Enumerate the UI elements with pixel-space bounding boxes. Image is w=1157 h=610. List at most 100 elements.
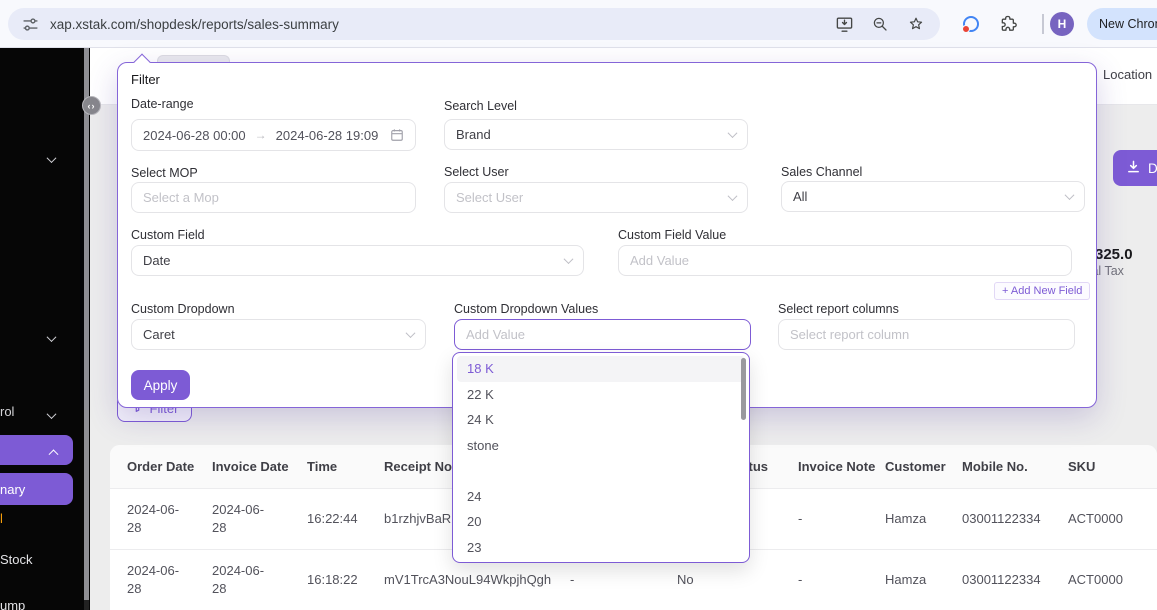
search-level-value: Brand xyxy=(456,127,491,142)
cell-order-date: 2024-06-28 xyxy=(127,489,189,549)
dropdown-option[interactable]: 18 K xyxy=(457,356,745,382)
column-header: Mobile No. xyxy=(962,445,1062,488)
cell-mobile-no: 03001122334 xyxy=(962,550,1062,610)
chevron-down-icon xyxy=(1065,190,1075,200)
date-range-field[interactable]: 2024-06-28 00:00 → 2024-06-28 19:09 xyxy=(131,119,416,151)
cell-invoice-note: - xyxy=(798,550,883,610)
dropdown-option[interactable]: 24 xyxy=(457,484,745,510)
cell-sku: ACT0000 xyxy=(1068,550,1148,610)
toolbar-separator xyxy=(1042,14,1044,34)
address-bar[interactable]: xap.xstak.com/shopdesk/reports/sales-sum… xyxy=(8,8,940,40)
sidebar-item-stock[interactable]: Stock xyxy=(0,552,33,567)
sidebar-scrollbar[interactable] xyxy=(84,48,89,610)
url-text[interactable]: xap.xstak.com/shopdesk/reports/sales-sum… xyxy=(50,17,834,32)
custom-dropdown-values-label: Custom Dropdown Values xyxy=(454,302,598,316)
sidebar-item-control[interactable]: rol xyxy=(0,404,14,419)
cell-invoice-date: 2024-06-28 xyxy=(212,489,274,549)
dropdown-option[interactable]: 22 K xyxy=(457,382,745,408)
sidebar-item-label: nary xyxy=(0,482,25,497)
cell-customer: Hamza xyxy=(885,489,965,549)
zoom-out-icon[interactable] xyxy=(870,14,890,34)
send-to-device-icon[interactable] xyxy=(834,14,854,34)
search-level-label: Search Level xyxy=(444,99,517,113)
custom-dropdown-value: Caret xyxy=(143,327,175,342)
arrow-right-icon: → xyxy=(255,128,267,142)
sidebar-item-dump[interactable]: ump xyxy=(0,598,25,610)
column-header: Invoice Note xyxy=(798,445,888,488)
colored-ring-extension-icon[interactable] xyxy=(963,16,979,32)
custom-field-select[interactable]: Date xyxy=(131,245,584,276)
cell-order-date: 2024-06-28 xyxy=(127,550,189,610)
chevron-down-icon xyxy=(48,406,55,424)
cell-customer: Hamza xyxy=(885,550,965,610)
chevron-up-icon xyxy=(50,443,57,458)
custom-field-value-text: Date xyxy=(143,253,170,268)
custom-dropdown-select[interactable]: Caret xyxy=(131,319,426,350)
download-label: Do xyxy=(1148,161,1157,176)
profile-avatar[interactable]: H xyxy=(1050,12,1074,36)
sales-channel-label: Sales Channel xyxy=(781,165,862,179)
chevron-down-icon xyxy=(728,191,738,201)
modal-title: Filter xyxy=(131,72,160,87)
download-icon xyxy=(1126,159,1141,177)
sidebar-item-orange[interactable]: l xyxy=(0,511,3,526)
cell-sku: ACT0000 xyxy=(1068,489,1148,549)
sidebar-nav: rol nary l Stock ump xyxy=(0,48,90,610)
sidebar-collapse-toggle[interactable]: ‹› xyxy=(82,96,101,115)
extensions-puzzle-icon[interactable] xyxy=(999,14,1019,34)
calendar-icon xyxy=(390,128,404,142)
add-new-field-button[interactable]: + Add New Field xyxy=(994,282,1090,300)
chevron-down-icon xyxy=(48,150,55,168)
sales-channel-select[interactable]: All xyxy=(781,181,1085,212)
cell-time: 16:18:22 xyxy=(307,550,377,610)
chevron-down-icon xyxy=(406,328,416,338)
select-mop-input[interactable] xyxy=(131,182,416,213)
stat-total-tax-value: 325.0 xyxy=(1095,246,1133,263)
column-header: Customer xyxy=(885,445,965,488)
date-end: 2024-06-28 19:09 xyxy=(276,128,379,143)
location-dropdown[interactable]: Location xyxy=(1103,67,1157,82)
select-user-placeholder: Select User xyxy=(456,190,523,205)
custom-field-value-label: Custom Field Value xyxy=(618,228,726,242)
download-button[interactable]: Do xyxy=(1113,150,1157,186)
column-header: Time xyxy=(307,445,377,488)
custom-field-label: Custom Field xyxy=(131,228,205,242)
chevron-down-icon xyxy=(564,254,574,264)
site-info-tune-icon[interactable] xyxy=(20,14,40,34)
custom-dropdown-label: Custom Dropdown xyxy=(131,302,235,316)
dropdown-option[interactable]: stone xyxy=(457,433,745,459)
cell-mobile-no: 03001122334 xyxy=(962,489,1062,549)
chevron-down-icon xyxy=(48,329,55,347)
search-level-select[interactable]: Brand xyxy=(444,119,748,150)
bookmark-star-icon[interactable] xyxy=(906,14,926,34)
apply-button[interactable]: Apply xyxy=(131,370,190,400)
date-start: 2024-06-28 00:00 xyxy=(143,128,246,143)
sidebar-item-reports-expanded[interactable] xyxy=(0,435,73,465)
dropdown-option[interactable]: 24 K xyxy=(457,407,745,433)
custom-dropdown-values-input[interactable] xyxy=(454,319,751,350)
dropdown-option[interactable] xyxy=(457,458,745,484)
dropdown-options-popup: 18 K 22 K 24 K stone 24 20 23 xyxy=(452,352,750,563)
cell-invoice-note: - xyxy=(798,489,883,549)
column-header: Invoice Date xyxy=(212,445,304,488)
chevron-down-icon xyxy=(728,128,738,138)
location-label: Location xyxy=(1103,67,1152,82)
sidebar-item-sales-summary-active[interactable]: nary xyxy=(0,473,73,505)
column-header: SKU xyxy=(1068,445,1138,488)
sidebar-scrollbar-cap xyxy=(84,600,89,610)
popup-scrollbar[interactable] xyxy=(741,358,746,420)
new-chrome-button[interactable]: New Chrom xyxy=(1087,8,1157,40)
select-mop-label: Select MOP xyxy=(131,166,198,180)
browser-toolbar: xap.xstak.com/shopdesk/reports/sales-sum… xyxy=(0,0,1157,48)
select-user-select[interactable]: Select User xyxy=(444,182,748,213)
date-range-label: Date-range xyxy=(131,97,194,111)
column-header: Order Date xyxy=(127,445,207,488)
select-user-label: Select User xyxy=(444,165,509,179)
custom-field-value-input[interactable] xyxy=(618,245,1072,276)
report-columns-input[interactable] xyxy=(778,319,1075,350)
sales-channel-value: All xyxy=(793,189,807,204)
red-dot xyxy=(962,25,970,33)
dropdown-option[interactable]: 23 xyxy=(457,535,745,561)
dropdown-option[interactable]: 20 xyxy=(457,509,745,535)
report-columns-label: Select report columns xyxy=(778,302,899,316)
